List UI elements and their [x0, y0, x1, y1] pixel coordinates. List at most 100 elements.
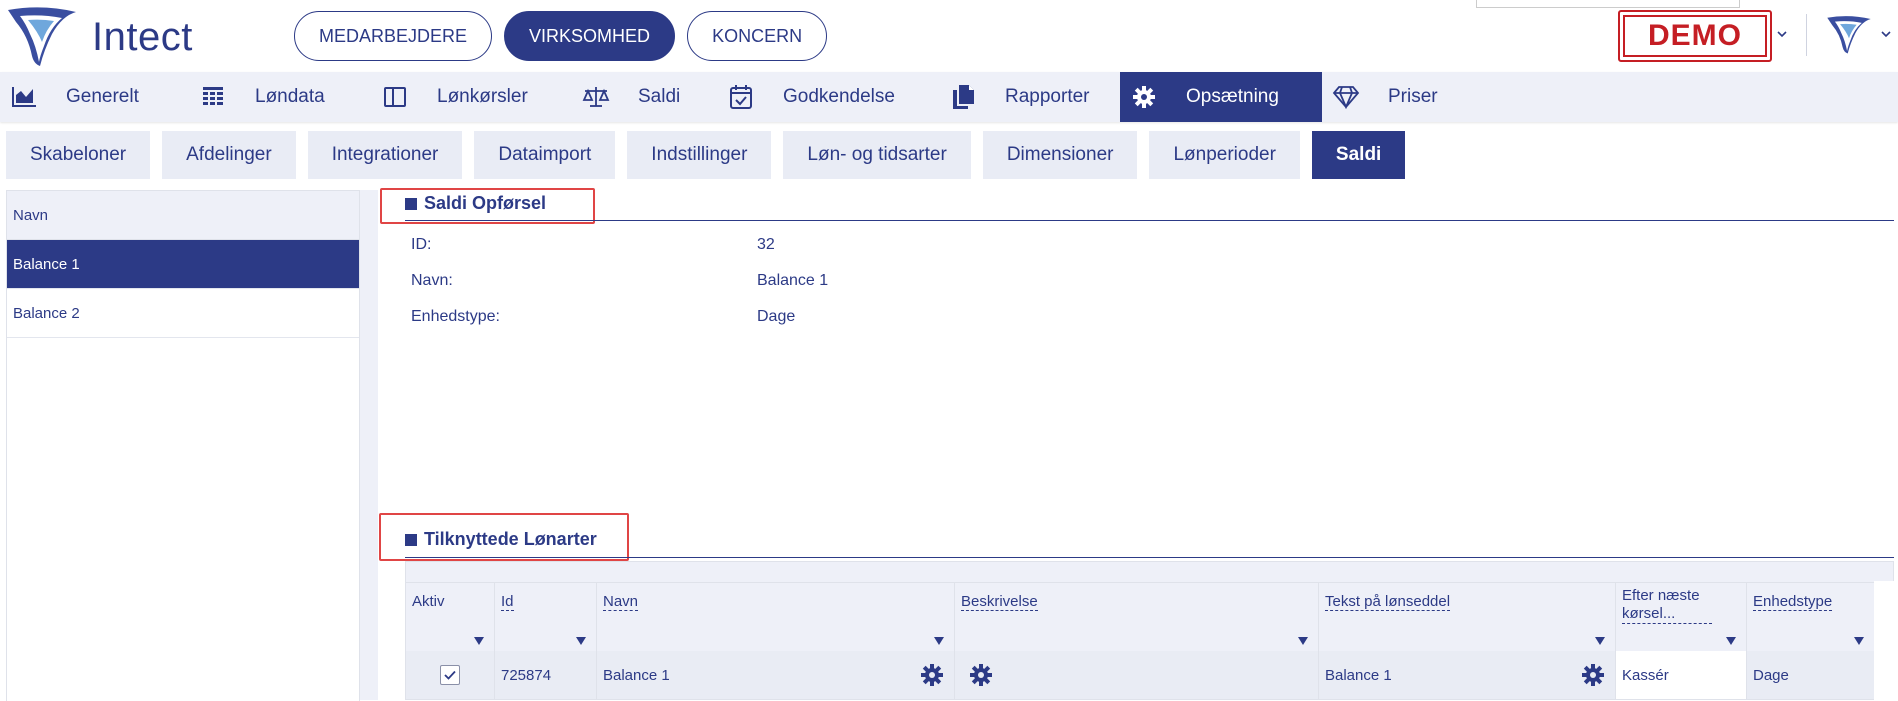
field-navn-label: Navn:: [411, 272, 453, 289]
check-icon: [444, 670, 456, 680]
nav-saldi-label: Saldi: [638, 86, 681, 107]
highlight-box: [379, 513, 629, 561]
cell-tekst-text: Balance 1: [1325, 666, 1392, 684]
nav-opsaetning[interactable]: Opsætning: [1120, 72, 1322, 122]
filter-icon[interactable]: [1854, 637, 1864, 645]
filter-icon[interactable]: [934, 637, 944, 645]
nav-loenkoersler-label: Lønkørsler: [437, 86, 528, 107]
divider: [1806, 14, 1807, 56]
grid-header: Aktiv Id Navn Beskrivelse Tekst på lønse…: [405, 583, 1894, 651]
mode-virksomhed-button[interactable]: VIRKSOMHED: [504, 11, 676, 61]
chart-icon: [10, 83, 38, 111]
app-logo[interactable]: Intect: [6, 6, 193, 68]
subnav-dimensioner[interactable]: Dimensioner: [982, 131, 1138, 179]
field-navn-value: Balance 1: [757, 272, 829, 289]
nav-priser-label: Priser: [1388, 86, 1438, 107]
column-header-id[interactable]: Id: [495, 583, 597, 651]
chevron-down-icon[interactable]: [1776, 30, 1788, 38]
app-name: Intect: [92, 14, 193, 59]
field-enhedstype-label: Enhedstype:: [411, 308, 500, 325]
nav-rapporter-label: Rapporter: [1005, 86, 1090, 107]
nav-loendata[interactable]: Løndata: [189, 72, 371, 122]
list-item[interactable]: Balance 1: [7, 240, 359, 289]
filter-icon[interactable]: [1595, 637, 1605, 645]
main-nav: Generelt Løndata Lønkørsler Saldi Godken…: [0, 72, 1898, 122]
field-id-label: ID:: [411, 236, 432, 253]
column-label: Enhedstype: [1753, 593, 1833, 611]
column-header-efter-naeste-koersel[interactable]: Efter næste kørsel...: [1616, 583, 1747, 651]
cell-id: 725874: [495, 651, 597, 699]
filter-icon[interactable]: [474, 637, 484, 645]
diamond-icon: [1332, 83, 1360, 111]
gear-icon[interactable]: [1581, 663, 1605, 687]
column-header-navn[interactable]: Navn: [597, 583, 955, 651]
user-avatar-icon[interactable]: [1826, 14, 1872, 56]
nav-rapporter[interactable]: Rapporter: [939, 72, 1120, 122]
nav-loenkoersler[interactable]: Lønkørsler: [371, 72, 572, 122]
subnav-indstillinger[interactable]: Indstillinger: [627, 131, 772, 179]
subnav-dataimport[interactable]: Dataimport: [474, 131, 616, 179]
chevron-down-icon[interactable]: [1880, 30, 1892, 38]
table-icon: [199, 83, 227, 111]
cell-tekst: Balance 1: [1319, 651, 1616, 699]
column-header-enhedstype[interactable]: Enhedstype: [1747, 583, 1875, 651]
column-label: Efter næste kørsel...: [1622, 587, 1712, 624]
panel-splitter[interactable]: [360, 190, 378, 700]
cell-efter-naeste-koersel[interactable]: Kassér: [1616, 651, 1747, 699]
subnav-loen-og-tidsarter[interactable]: Løn- og tidsarter: [783, 131, 971, 179]
grid-toolbar: [405, 561, 1894, 583]
demo-label: DEMO: [1623, 15, 1767, 57]
window-icon: [381, 83, 409, 111]
section-divider: [405, 557, 1894, 558]
section-divider: [405, 220, 1894, 221]
gear-icon[interactable]: [920, 663, 944, 687]
filter-icon[interactable]: [1298, 637, 1308, 645]
nav-godkendelse-label: Godkendelse: [783, 86, 895, 107]
nav-priser[interactable]: Priser: [1322, 72, 1482, 122]
sub-nav: Skabeloner Afdelinger Integrationer Data…: [0, 124, 1898, 186]
field-id-value: 32: [757, 236, 775, 253]
column-header-tekst[interactable]: Tekst på lønseddel: [1319, 583, 1616, 651]
subnav-afdelinger[interactable]: Afdelinger: [162, 131, 296, 179]
filter-icon[interactable]: [576, 637, 586, 645]
balance-list: Navn Balance 1 Balance 2: [6, 190, 360, 701]
mode-switcher: MEDARBEJDERE VIRKSOMHED KONCERN: [294, 11, 828, 61]
nav-loendata-label: Løndata: [255, 86, 325, 107]
demo-badge[interactable]: DEMO: [1618, 10, 1772, 62]
nav-generelt[interactable]: Generelt: [0, 72, 189, 122]
loenarter-grid: Aktiv Id Navn Beskrivelse Tekst på lønse…: [405, 561, 1894, 700]
highlight-box: [380, 188, 595, 224]
column-header-aktiv[interactable]: Aktiv: [406, 583, 495, 651]
cell-aktiv[interactable]: [406, 651, 495, 699]
cell-beskrivelse: [955, 651, 1319, 699]
gear-icon: [1130, 83, 1158, 111]
subnav-integrationer[interactable]: Integrationer: [307, 131, 463, 179]
mode-koncern-button[interactable]: KONCERN: [687, 11, 828, 61]
nav-opsaetning-label: Opsætning: [1186, 86, 1279, 107]
cell-navn-text: Balance 1: [603, 666, 670, 684]
column-label: Beskrivelse: [961, 593, 1038, 611]
subnav-loenperioder[interactable]: Lønperioder: [1149, 131, 1300, 179]
mode-medarbejdere-button[interactable]: MEDARBEJDERE: [294, 11, 493, 61]
nav-godkendelse[interactable]: Godkendelse: [717, 72, 939, 122]
list-header-navn[interactable]: Navn: [7, 191, 359, 240]
intect-logo-icon: [8, 7, 76, 66]
column-header-beskrivelse[interactable]: Beskrivelse: [955, 583, 1319, 651]
nav-saldi[interactable]: Saldi: [572, 72, 717, 122]
subnav-saldi[interactable]: Saldi: [1311, 131, 1406, 179]
scale-icon: [582, 83, 610, 111]
filter-icon[interactable]: [1726, 637, 1736, 645]
checkbox[interactable]: [440, 665, 460, 685]
cell-enhedstype: Dage: [1747, 651, 1875, 699]
tooltip-strip: [1476, 0, 1740, 8]
column-label: Tekst på lønseddel: [1325, 593, 1451, 611]
column-label: Aktiv: [412, 593, 445, 610]
list-item[interactable]: Balance 2: [7, 289, 359, 338]
cell-navn: Balance 1: [597, 651, 955, 699]
gear-icon[interactable]: [969, 663, 993, 687]
table-row[interactable]: 725874 Balance 1 Balance 1 Kassér Dage: [405, 651, 1894, 700]
documents-icon: [949, 83, 977, 111]
top-bar: Intect MEDARBEJDERE VIRKSOMHED KONCERN D…: [0, 0, 1898, 72]
calendar-check-icon: [727, 83, 755, 111]
subnav-skabeloner[interactable]: Skabeloner: [6, 131, 151, 179]
